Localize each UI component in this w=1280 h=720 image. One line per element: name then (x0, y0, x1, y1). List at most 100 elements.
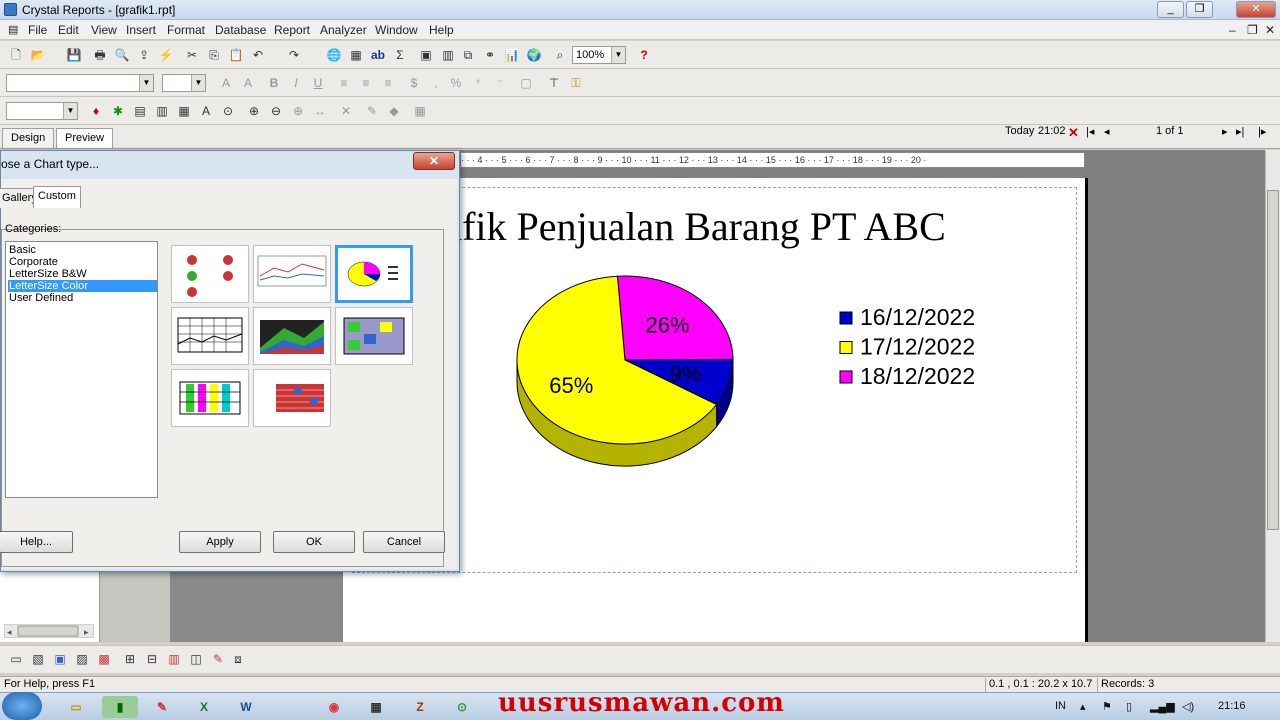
section-icon[interactable]: ▦ (176, 103, 192, 119)
filezilla-taskbar-button[interactable]: Z (402, 696, 438, 718)
menu-help[interactable]: Help (429, 23, 454, 37)
italic-icon[interactable]: I (288, 75, 304, 91)
categories-list[interactable]: Basic Corporate LetterSize B&W LetterSiz… (5, 241, 158, 498)
menu-database[interactable]: Database (215, 23, 266, 37)
align-center-icon[interactable]: ≡ (358, 75, 374, 91)
menu-insert[interactable]: Insert (126, 23, 156, 37)
menu-window[interactable]: Window (375, 23, 418, 37)
apply-button[interactable]: Apply (179, 531, 261, 553)
menu-report[interactable]: Report (274, 23, 310, 37)
tab-design[interactable]: Design (2, 128, 55, 148)
insert-olap-icon[interactable]: ⊟ (144, 651, 160, 667)
menu-view[interactable]: View (91, 23, 117, 37)
explorer-taskbar-button[interactable]: ▭ (58, 696, 94, 718)
volume-icon[interactable]: ◁) (1182, 700, 1194, 713)
print-preview-icon[interactable]: 🔍 (114, 47, 130, 63)
menu-file[interactable]: File (28, 23, 47, 37)
align-left-icon[interactable]: ≡ (336, 75, 352, 91)
percent-icon[interactable]: % (448, 75, 464, 91)
help-button[interactable]: Help... (0, 531, 73, 553)
paste-icon[interactable]: 📋 (228, 47, 244, 63)
chart-thumbnail[interactable] (253, 245, 331, 303)
template-icon[interactable]: A (198, 103, 214, 119)
minimize-button[interactable]: _ (1157, 1, 1184, 18)
sort-icon[interactable]: ✱ (110, 103, 126, 119)
tab-custom[interactable]: Custom (33, 186, 81, 208)
insert-image-icon[interactable]: ▨ (74, 651, 90, 667)
stop-icon[interactable]: ✕ (1068, 125, 1079, 141)
insert-group-icon[interactable]: ▣ (418, 47, 434, 63)
list-item[interactable]: Basic (8, 244, 157, 256)
app-taskbar-button[interactable]: ✎ (144, 696, 180, 718)
print-icon[interactable]: 🖶 (92, 47, 108, 63)
battery-icon[interactable]: ▯ (1126, 700, 1132, 713)
export-icon[interactable]: ⇪ (136, 47, 152, 63)
insert-text-icon[interactable]: ab (370, 47, 386, 63)
list-item[interactable]: LetterSize B&W (8, 268, 157, 280)
list-item[interactable]: User Defined (8, 292, 157, 304)
binoculars-icon[interactable]: ⌕ (552, 47, 568, 63)
insert-picture-icon[interactable]: ▥ (440, 47, 456, 63)
insert-map-icon[interactable]: ◫ (188, 651, 204, 667)
insert-chart-icon[interactable]: ▥ (166, 651, 182, 667)
insert-line-icon[interactable]: ▧ (30, 651, 46, 667)
font-name-select[interactable]: ▼ (6, 74, 154, 92)
restore-button[interactable]: ❐ (1186, 1, 1213, 18)
word-taskbar-button[interactable]: W (228, 696, 264, 718)
flag-icon[interactable]: ⚑ (1102, 700, 1112, 713)
help-icon[interactable]: ? (636, 47, 652, 63)
mdi-close-icon[interactable]: ✕ (1265, 23, 1275, 37)
underline-icon[interactable]: U (310, 75, 326, 91)
chart-thumbnail[interactable] (171, 245, 249, 303)
undo-icon[interactable]: ↶ (250, 47, 266, 63)
copy-icon[interactable]: ⎘ (206, 47, 222, 63)
increase-font-icon[interactable]: A (218, 75, 234, 91)
border-icon[interactable]: ▢ (518, 75, 534, 91)
menu-analyzer[interactable]: Analyzer (320, 23, 367, 37)
list-item[interactable]: Corporate (8, 256, 157, 268)
cancel-button[interactable]: Cancel (363, 531, 445, 553)
network-icon[interactable]: ▂▄▆ (1150, 700, 1175, 713)
increase-decimal-icon[interactable]: ⁺ (470, 75, 486, 91)
insert-summary-icon[interactable]: Σ (392, 47, 408, 63)
scroll-thumb[interactable] (1267, 190, 1279, 530)
cut-icon[interactable]: ✂ (184, 47, 200, 63)
insert-special-icon[interactable]: ⧈ (230, 651, 246, 667)
app2-taskbar-button[interactable]: ▦ (358, 696, 394, 718)
chart-thumbnail-selected[interactable] (335, 245, 413, 303)
menu-format[interactable]: Format (167, 23, 205, 37)
align-right-icon[interactable]: ≡ (380, 75, 396, 91)
mdi-minimize-icon[interactable]: – (1229, 23, 1236, 37)
chart-object[interactable]: rafik Penjualan Barang PT ABC 26% 9% 65% 1… (352, 187, 1077, 573)
insert-ole-icon[interactable]: ▩ (96, 651, 112, 667)
database-expert-icon[interactable]: 🌐 (326, 47, 342, 63)
chart-thumbnail[interactable] (171, 369, 249, 427)
language-indicator[interactable]: IN (1055, 700, 1066, 712)
bold-icon[interactable]: B (266, 75, 282, 91)
object-select[interactable]: ▼ (6, 102, 78, 120)
open-icon[interactable]: 📂 (30, 47, 46, 63)
doc-menu-icon[interactable]: ▤ (8, 23, 18, 36)
chart-thumbnail[interactable] (253, 369, 331, 427)
key-icon[interactable]: ⚿ (568, 75, 584, 91)
tray-up-icon[interactable]: ▴ (1080, 700, 1086, 713)
chrome-taskbar-button[interactable]: ◉ (316, 696, 352, 718)
redo-icon[interactable]: ↷ (286, 47, 302, 63)
dialog-close-button[interactable]: ✕ (413, 152, 455, 170)
insert-subreport-icon[interactable]: ⧉ (460, 47, 476, 63)
insert-box-icon[interactable]: ▣ (52, 651, 68, 667)
insert-chart-icon[interactable]: 📊 (504, 47, 520, 63)
alert-icon[interactable]: ⊙ (220, 103, 236, 119)
decrease-font-icon[interactable]: A (240, 75, 256, 91)
excel-taskbar-button[interactable]: X (186, 696, 222, 718)
app3-taskbar-button[interactable]: ⊙ (444, 696, 480, 718)
vertical-scrollbar[interactable] (1265, 150, 1280, 642)
grid-icon[interactable]: ▦ (412, 103, 428, 119)
thousands-icon[interactable]: , (428, 75, 444, 91)
ok-button[interactable]: OK (273, 531, 355, 553)
insert-hyperlink-icon[interactable]: ✎ (210, 651, 226, 667)
last-page-icon[interactable]: ▸| (1236, 125, 1244, 138)
insert-map-icon[interactable]: 🌍 (526, 47, 542, 63)
refresh-icon[interactable]: ⚡ (158, 47, 174, 63)
tree-icon[interactable]: ⊤ (546, 75, 562, 91)
